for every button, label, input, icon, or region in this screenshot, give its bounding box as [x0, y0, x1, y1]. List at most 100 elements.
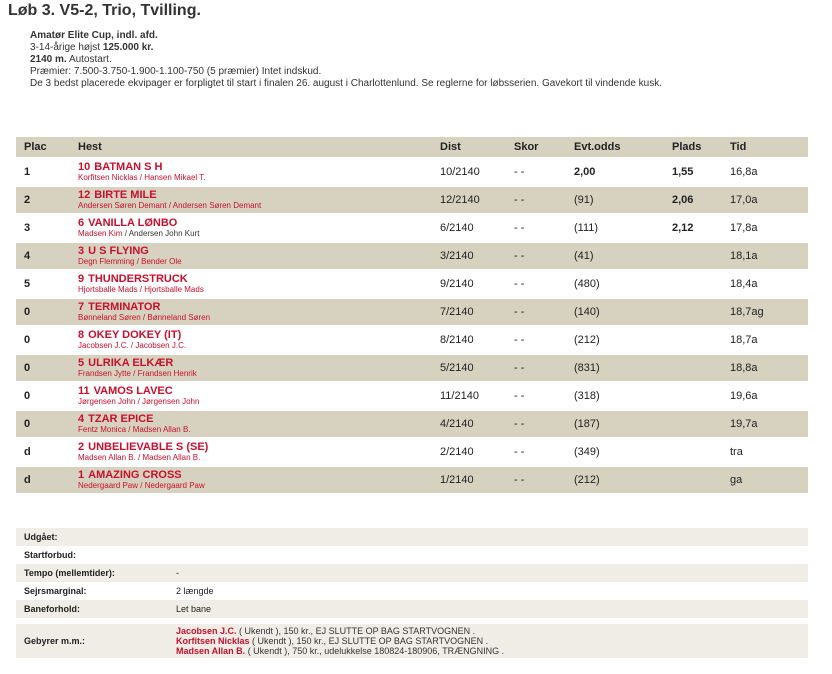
horse-persons: Degn Flemming / Bender Ole [78, 257, 424, 267]
results-header-row: Plac Hest Dist Skor Evt.odds Plads Tid [16, 137, 808, 157]
driver-link[interactable]: Jørgensen John [78, 397, 135, 406]
result-evt-odds: (212) [566, 327, 664, 353]
horse-name-link[interactable]: VAMOS LAVEC [94, 385, 173, 397]
details-row-tempo: Tempo (mellemtider): - [16, 564, 808, 582]
trainer-link[interactable]: Frandsen Henrik [138, 369, 197, 378]
horse-persons: Andersen Søren Demant / Andersen Søren D… [78, 201, 424, 211]
horse-line: 2 UNBELIEVABLE S (SE) [78, 441, 424, 453]
horse-number: 2 [78, 441, 85, 453]
horse-name-link[interactable]: BATMAN S H [94, 161, 162, 173]
horse-number: 6 [78, 217, 85, 229]
horse-line: 5 ULRIKA ELKÆR [78, 357, 424, 369]
result-dist: 5/2140 [432, 355, 506, 381]
udgaaet-label: Udgået: [16, 528, 168, 546]
details-row-startforbud: Startforbud: [16, 546, 808, 564]
horse-name-link[interactable]: TERMINATOR [88, 301, 160, 313]
header-dist[interactable]: Dist [432, 137, 506, 157]
fee-text: ( Ukendt ), 150 kr., EJ SLUTTE OP BAG ST… [249, 636, 489, 646]
trainer-link[interactable]: Bønneland Søren [147, 313, 210, 322]
header-hest[interactable]: Hest [70, 137, 432, 157]
result-horse-cell: 10 BATMAN S H Korfitsen Nicklas / Hansen M… [70, 159, 432, 185]
driver-link[interactable]: Frandsen Jytte [78, 369, 131, 378]
header-plac[interactable]: Plac [16, 137, 70, 157]
tempo-value: - [168, 564, 808, 582]
header-evt-odds[interactable]: Evt.odds [566, 137, 664, 157]
trainer-link[interactable]: Andersen John Kurt [129, 229, 200, 238]
details-row-baneforhold: Baneforhold: Let bane [16, 600, 808, 618]
persons-separator: / [130, 369, 138, 378]
result-evt-odds: (140) [566, 299, 664, 325]
horse-name-link[interactable]: OKEY DOKEY (IT) [88, 329, 181, 341]
result-plads [664, 467, 722, 493]
driver-link[interactable]: Madsen Allan B. [78, 453, 136, 462]
horse-name-link[interactable]: U S FLYING [88, 245, 149, 257]
result-plac: 1 [16, 159, 70, 185]
result-dist: 1/2140 [432, 467, 506, 493]
sejrsmargin-label: Sejrsmarginal: [24, 586, 87, 596]
startforbud-value [168, 546, 808, 564]
horse-number: 9 [78, 273, 85, 285]
result-plac: 3 [16, 215, 70, 241]
result-evt-odds: 2,00 [566, 159, 664, 185]
horse-name-link[interactable]: AMAZING CROSS [88, 469, 182, 481]
horse-number: 3 [78, 245, 85, 257]
fee-person-link[interactable]: Jacobsen J.C. [176, 626, 237, 636]
result-evt-odds: (91) [566, 187, 664, 213]
header-tid[interactable]: Tid [722, 137, 808, 157]
trainer-link[interactable]: Hjortsballe Mads [144, 285, 204, 294]
trainer-link[interactable]: Jacobsen J.C. [135, 341, 186, 350]
driver-link[interactable]: Nedergaard Paw [78, 481, 138, 490]
result-dist: 2/2140 [432, 439, 506, 465]
race-condition-amount: 125.000 kr. [102, 42, 154, 53]
result-skor: - - [506, 467, 566, 493]
fee-person-link[interactable]: Madsen Allan B. [176, 646, 245, 656]
result-row: 0 5 ULRIKA ELKÆR Frandsen Jytte / Frandsen … [16, 355, 808, 381]
horse-name-link[interactable]: BIRTE MILE [94, 189, 156, 201]
horse-persons: Hjortsballe Mads / Hjortsballe Mads [78, 285, 424, 295]
driver-link[interactable]: Fentz Monica [78, 425, 126, 434]
trainer-link[interactable]: Hansen Mikael T. [144, 173, 205, 182]
result-evt-odds: (41) [566, 243, 664, 269]
trainer-link[interactable]: Bender Ole [141, 257, 181, 266]
race-title: Løb 3. V5-2, Trio, Tvilling. [8, 2, 201, 19]
driver-link[interactable]: Andersen Søren Demant [78, 201, 167, 210]
horse-name-link[interactable]: ULRIKA ELKÆR [88, 357, 173, 369]
fee-person-link[interactable]: Korfitsen Nicklas [176, 636, 250, 646]
sejrsmargin-value: 2 længde [176, 586, 214, 596]
driver-link[interactable]: Madsen Kim [78, 229, 122, 238]
trainer-link[interactable]: Madsen Allan B. [142, 453, 200, 462]
result-plads [664, 299, 722, 325]
baneforhold-value: Let bane [168, 600, 808, 618]
result-skor: - - [506, 243, 566, 269]
result-plac: 2 [16, 187, 70, 213]
driver-link[interactable]: Jacobsen J.C. [78, 341, 129, 350]
header-plads[interactable]: Plads [664, 137, 722, 157]
driver-link[interactable]: Degn Flemming [78, 257, 134, 266]
trainer-link[interactable]: Andersen Søren Demant [173, 201, 262, 210]
result-plac: 0 [16, 383, 70, 409]
result-dist: 12/2140 [432, 187, 506, 213]
driver-link[interactable]: Korfitsen Nicklas [78, 173, 138, 182]
horse-number: 5 [78, 357, 85, 369]
horse-line: 9 THUNDERSTRUCK [78, 273, 424, 285]
result-row: 0 7 TERMINATOR Bønneland Søren / Bønneland … [16, 299, 808, 325]
race-distance-line: 2140 m. Autostart. [30, 54, 790, 66]
horse-number: 12 [78, 189, 91, 201]
horse-name-link[interactable]: VANILLA LØNBO [88, 217, 177, 229]
horse-number: 7 [78, 301, 85, 313]
race-name: Amatør Elite Cup, indl. afd. [30, 30, 158, 41]
driver-link[interactable]: Bønneland Søren [78, 313, 141, 322]
race-info: Amatør Elite Cup, indl. afd. 3-14-årige … [30, 30, 790, 90]
result-horse-cell: 9 THUNDERSTRUCK Hjortsballe Mads / Hjortsb… [70, 271, 432, 297]
horse-number: 8 [78, 329, 85, 341]
horse-name-link[interactable]: THUNDERSTRUCK [88, 273, 188, 285]
trainer-link[interactable]: Jørgensen John [142, 397, 199, 406]
horse-name-link[interactable]: TZAR EPICE [88, 413, 153, 425]
fee-line: Jacobsen J.C. ( Ukendt ), 150 kr., EJ SL… [176, 626, 800, 636]
result-horse-cell: 6 VANILLA LØNBO Madsen Kim / Andersen John… [70, 215, 432, 241]
trainer-link[interactable]: Madsen Allan B. [133, 425, 191, 434]
driver-link[interactable]: Hjortsballe Mads [78, 285, 138, 294]
horse-name-link[interactable]: UNBELIEVABLE S (SE) [88, 441, 208, 453]
trainer-link[interactable]: Nedergaard Paw [145, 481, 205, 490]
header-skor[interactable]: Skor [506, 137, 566, 157]
